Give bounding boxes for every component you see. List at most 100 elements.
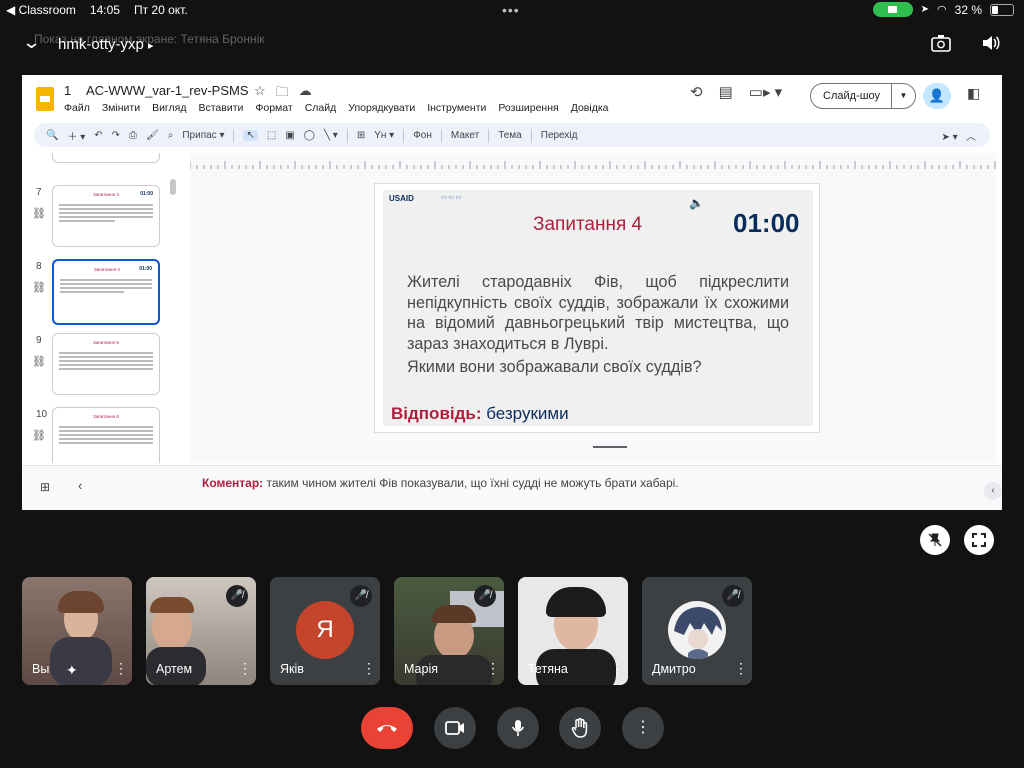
more-options-icon[interactable]: ⋮ — [610, 660, 624, 677]
slide-number: 10 — [36, 409, 48, 420]
search-menus-icon[interactable]: 🔍 — [46, 130, 58, 141]
filmstrip-scrollbar[interactable] — [170, 179, 176, 195]
battery-percent: 32 % — [954, 2, 982, 17]
select-tool-icon[interactable]: ↖ — [243, 130, 258, 141]
participant-tile[interactable]: 🎤̸ Марія ⋮ — [394, 577, 504, 685]
addon-icon[interactable]: ◧ — [967, 85, 980, 102]
participant-tile[interactable]: 🎤̸ Артем ⋮ — [146, 577, 256, 685]
shared-screen[interactable]: 1 AC-WWW_var-1_rev-PSMS ☆ 🗀 ☁ Файл Зміни… — [22, 75, 1002, 510]
menu-tools[interactable]: Інструменти — [427, 102, 486, 114]
mic-toggle-button[interactable] — [497, 707, 539, 749]
slideshow-dropdown-icon[interactable]: ▼ — [891, 84, 915, 108]
collapse-filmstrip-icon[interactable]: ‹ — [78, 478, 82, 493]
audio-icon[interactable]: 🔈 — [689, 196, 704, 210]
slide-canvas[interactable]: USAID ▭ ▭ ▭ 🔈 Запитання 4 01:00 Жителі с… — [190, 153, 996, 463]
status-time: 14:05 — [89, 3, 120, 17]
participant-tile[interactable]: Я 🎤̸ Яків ⋮ — [270, 577, 380, 685]
participant-tile[interactable]: Вы ✦ ⋮ — [22, 577, 132, 685]
print-icon[interactable]: ⎙ — [129, 130, 137, 141]
speaker-notes[interactable]: ⊞ ‹ Коментар: таким чином жителі Фів пок… — [22, 465, 1002, 510]
image-icon[interactable]: ▣ — [285, 130, 294, 141]
meeting-code[interactable]: hmk-otty-yxp ▸ — [58, 36, 154, 53]
side-panel-toggle-icon[interactable]: ‹ — [984, 482, 1002, 500]
slide-thumbnail[interactable]: Запитання 3 01:00 — [52, 185, 160, 247]
current-slide[interactable]: USAID ▭ ▭ ▭ 🔈 Запитання 4 01:00 Жителі с… — [374, 183, 820, 433]
thumb-partial[interactable] — [52, 153, 160, 163]
transition-button[interactable]: Перехід — [541, 130, 578, 141]
input-tools-icon[interactable]: Yʜ ▾ — [374, 130, 394, 141]
toolbar-divider — [346, 128, 348, 143]
slides-logo-icon[interactable] — [36, 87, 54, 111]
paint-format-icon[interactable]: 🖌 — [146, 130, 159, 141]
answer-label: Відповідь: — [391, 404, 482, 423]
raise-hand-button[interactable] — [559, 707, 601, 749]
zoom-icon[interactable]: ⌕ — [168, 130, 174, 141]
more-options-icon[interactable]: ⋮ — [734, 660, 748, 677]
muted-mic-icon: 🎤̸ — [226, 585, 248, 607]
filmstrip-item[interactable]: 9 ⛓ Запитання 5 — [22, 333, 172, 401]
background-button[interactable]: Фон — [413, 130, 432, 141]
pen-mode-icon[interactable]: ➤ ▾ ︿ — [941, 128, 976, 143]
line-icon[interactable]: ╲ ▾ — [324, 130, 338, 141]
slideshow-button[interactable]: Слайд-шоу ▼ — [810, 83, 916, 109]
ruler — [190, 161, 996, 169]
unpin-icon[interactable] — [920, 525, 950, 555]
doc-title[interactable]: AC-WWW_var-1_rev-PSMS — [86, 83, 249, 98]
multitasking-dots-icon[interactable]: ••• — [502, 2, 520, 18]
filmstrip-item[interactable]: 10 ⛓ Запитання 6 — [22, 407, 172, 463]
undo-icon[interactable]: ↶ — [94, 130, 102, 141]
chevron-down-icon[interactable]: ⌄ — [22, 32, 42, 53]
speaker-icon[interactable] — [980, 34, 1002, 56]
menu-help[interactable]: Довідка — [571, 102, 609, 114]
back-to-app-link[interactable]: ◀ Classroom — [6, 3, 76, 17]
more-options-icon[interactable]: ⋮ — [362, 660, 376, 677]
comments-icon[interactable]: ▤ — [719, 83, 733, 101]
meet-header: Показ на главном экране: Тетяна Броннік … — [22, 26, 1002, 66]
textbox-icon[interactable]: ⬚ — [267, 130, 276, 141]
more-options-icon[interactable]: ⋮ — [486, 660, 500, 677]
more-options-icon[interactable]: ⋮ — [114, 660, 128, 677]
camera-toggle-button[interactable] — [434, 707, 476, 749]
menu-insert[interactable]: Вставити — [198, 102, 243, 114]
more-options-icon[interactable]: ⋮ — [238, 660, 252, 677]
history-icon[interactable]: ⟲ — [690, 83, 703, 101]
participant-tile[interactable]: 🎤̸ Дмитро ⋮ — [642, 577, 752, 685]
end-call-button[interactable] — [361, 707, 413, 749]
grid-view-icon[interactable]: ⊞ — [40, 480, 50, 494]
slide-thumbnail[interactable]: Запитання 6 — [52, 407, 160, 463]
participant-tile[interactable]: Тетяна ⋮ — [518, 577, 628, 685]
layout-button[interactable]: Макет — [451, 130, 479, 141]
menu-arrange[interactable]: Упорядкувати — [348, 102, 415, 114]
theme-button[interactable]: Тема — [498, 130, 522, 141]
menu-format[interactable]: Формат — [255, 102, 292, 114]
notes-body[interactable]: таким чином жителі Фів показували, що їх… — [267, 476, 679, 490]
menu-extensions[interactable]: Розширення — [498, 102, 558, 114]
notes-resize-handle[interactable] — [593, 446, 627, 448]
menu-slide[interactable]: Слайд — [305, 102, 337, 114]
more-options-button[interactable]: ⋮ — [622, 707, 664, 749]
toolbar-divider — [530, 128, 532, 143]
effects-icon[interactable]: ✦ — [66, 662, 78, 679]
slide-number: 7 — [36, 187, 42, 198]
share-button[interactable]: 👤 — [923, 83, 951, 109]
menu-file[interactable]: Файл — [64, 102, 90, 114]
avatar — [668, 601, 726, 659]
filmstrip-item[interactable]: 8 ⛓ Запитання 4 01:00 — [22, 259, 172, 327]
avatar: Я — [296, 601, 354, 659]
fullscreen-icon[interactable] — [964, 525, 994, 555]
menu-edit[interactable]: Змінити — [102, 102, 140, 114]
muted-mic-icon: 🎤̸ — [474, 585, 496, 607]
redo-icon[interactable]: ↷ — [112, 130, 120, 141]
slide-filmstrip[interactable]: 7 ⛓ Запитання 3 01:00 8 ⛓ Запитання 4 01… — [22, 153, 172, 463]
thumb-time: 01:00 — [139, 266, 152, 272]
comment-add-icon[interactable]: ⊞ — [357, 130, 365, 141]
slide-thumbnail-selected[interactable]: Запитання 4 01:00 — [52, 259, 160, 325]
new-slide-icon[interactable]: ＋ ▾ — [67, 128, 85, 143]
menu-view[interactable]: Вигляд — [152, 102, 186, 114]
zoom-fit-dropdown[interactable]: Припас ▾ — [182, 130, 224, 141]
filmstrip-item[interactable]: 7 ⛓ Запитання 3 01:00 — [22, 185, 172, 253]
switch-camera-icon[interactable] — [930, 34, 952, 56]
shape-icon[interactable]: ◯ — [304, 130, 315, 141]
meet-video-icon[interactable]: ▭▸ ▾ — [749, 83, 782, 101]
slide-thumbnail[interactable]: Запитання 5 — [52, 333, 160, 395]
